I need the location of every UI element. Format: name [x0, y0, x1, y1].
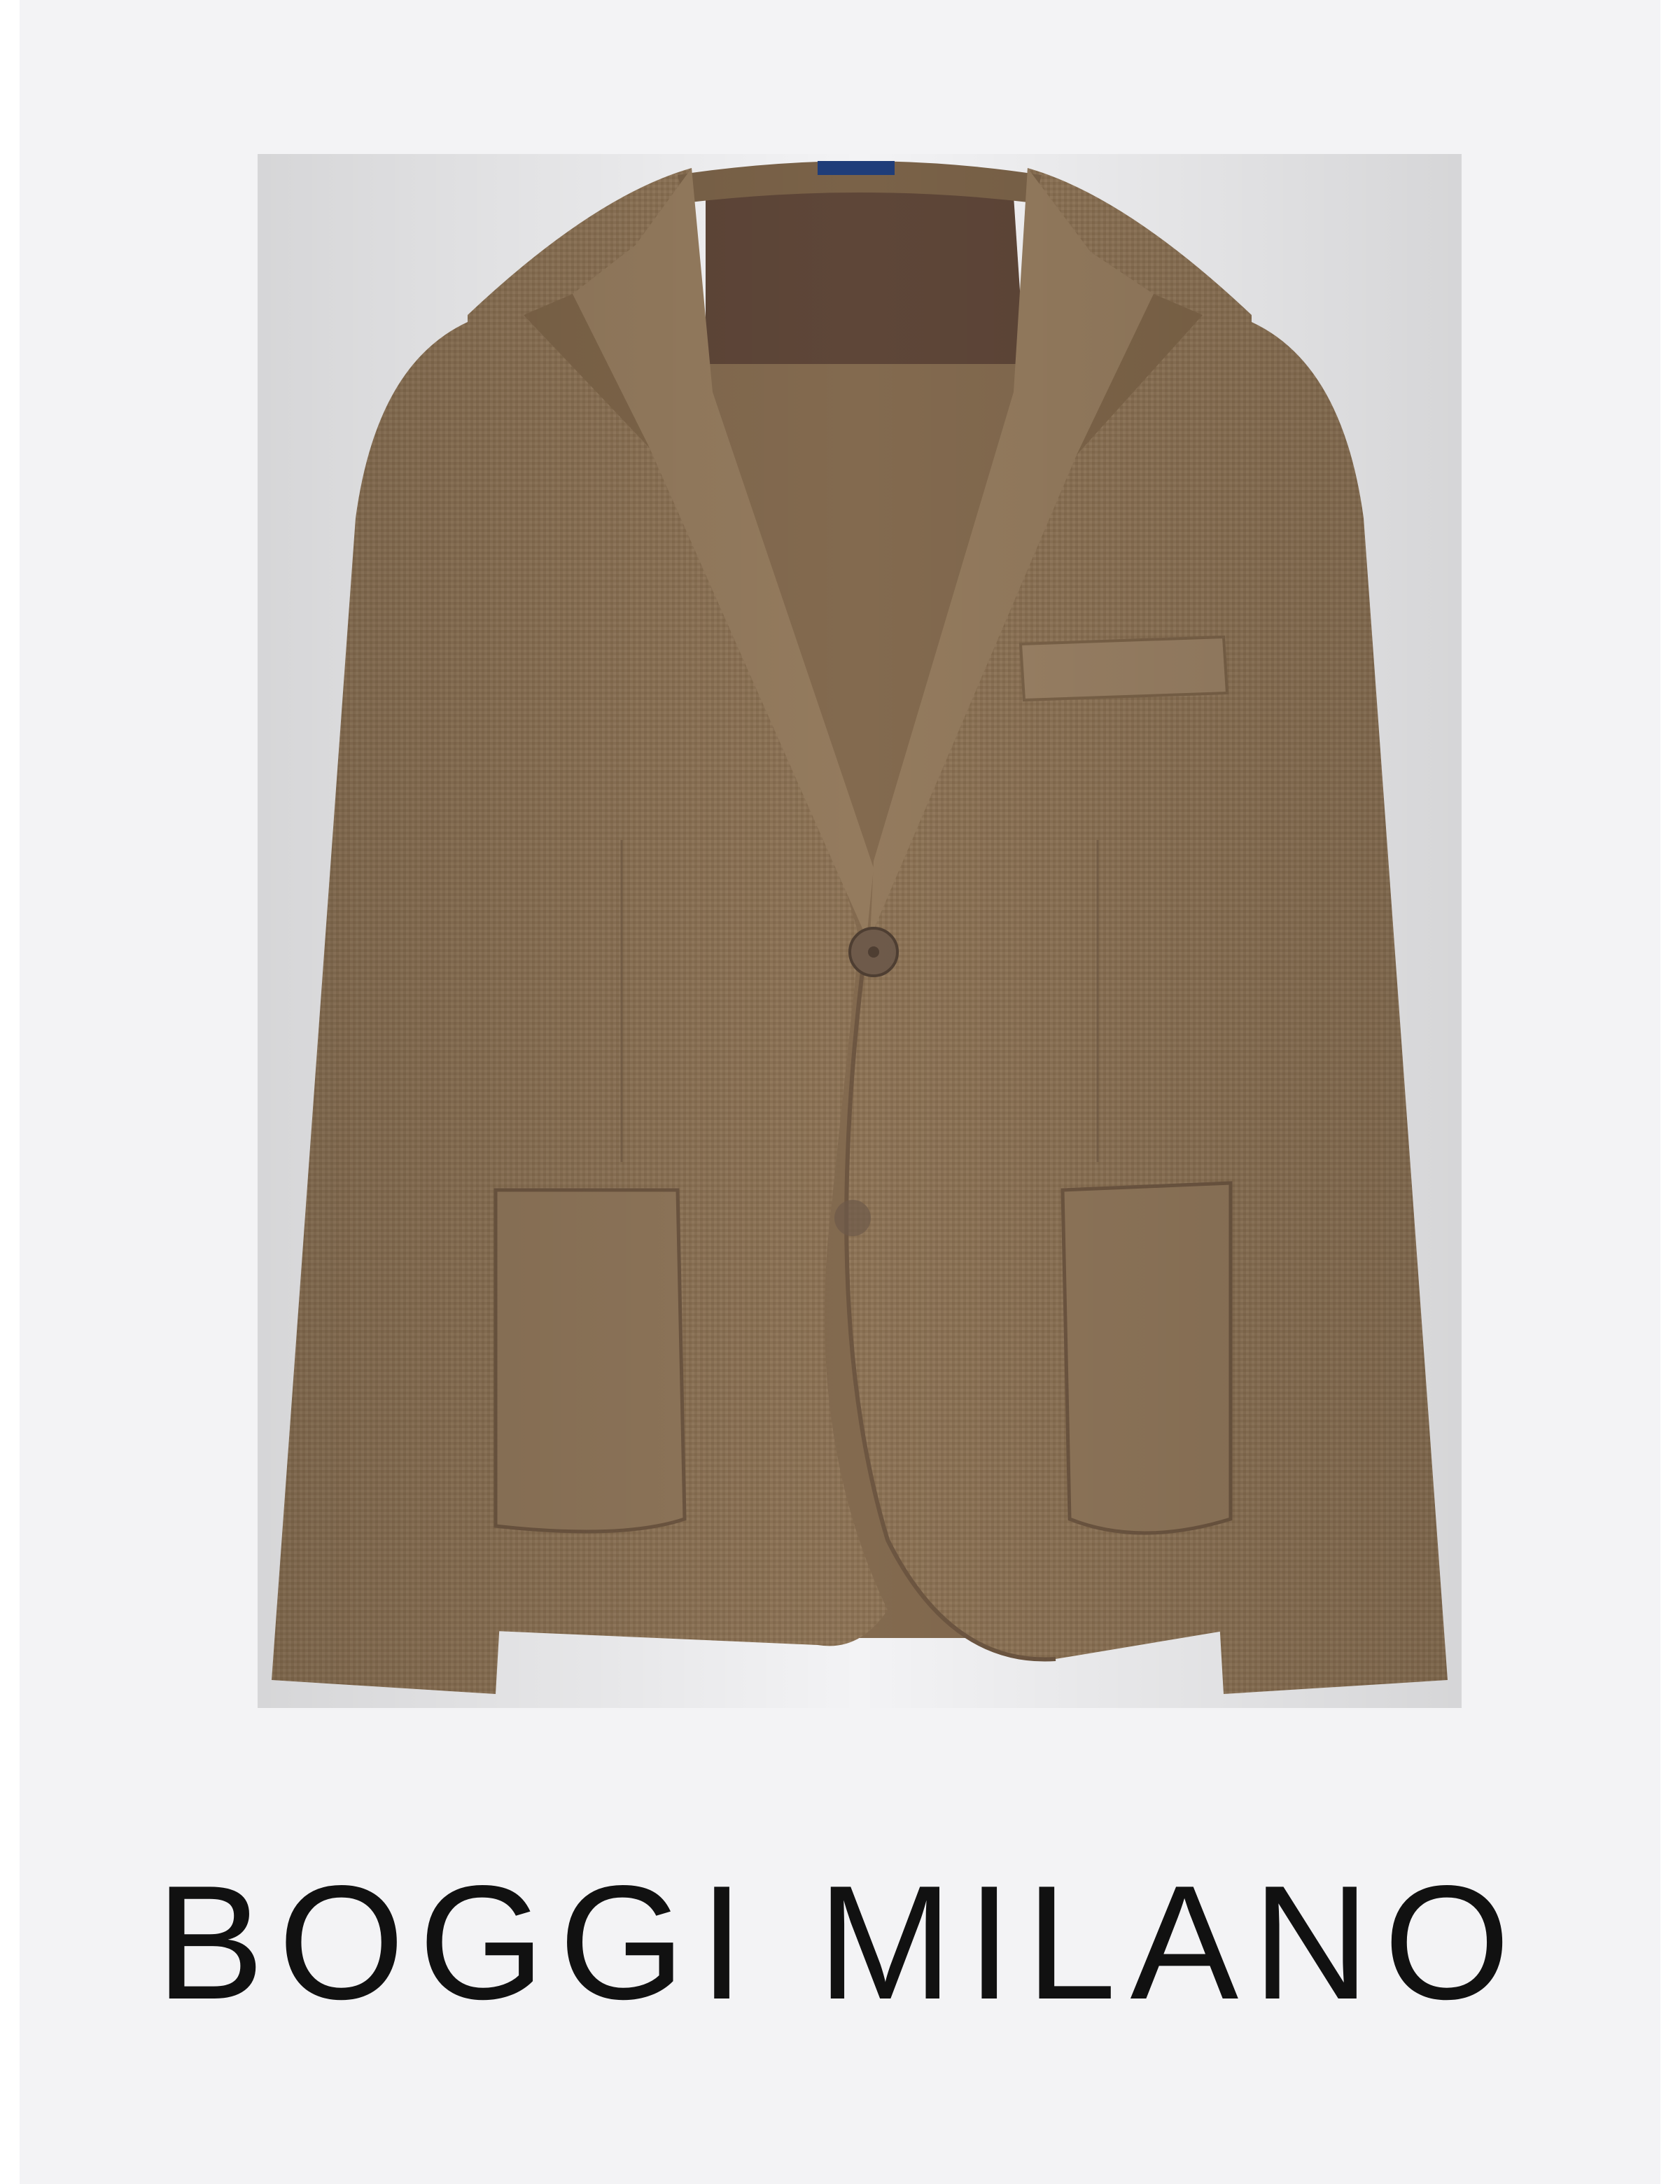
product-image[interactable] [258, 154, 1462, 1708]
blazer-icon [258, 154, 1462, 1708]
product-card[interactable]: BOGGI MILANO [20, 0, 1660, 2184]
brand-name[interactable]: BOGGI MILANO [20, 1862, 1660, 2024]
